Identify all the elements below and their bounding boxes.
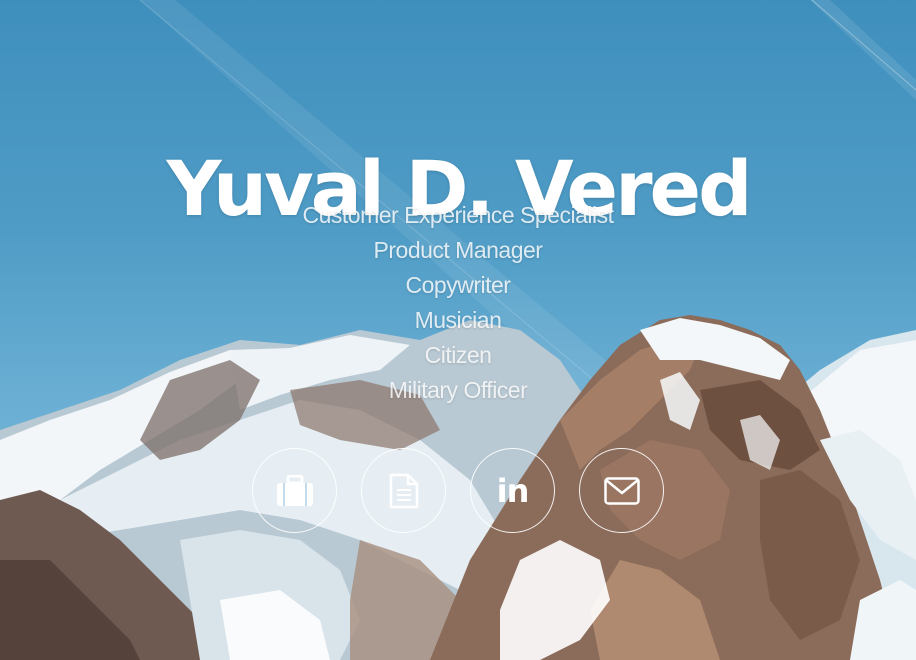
role-item: Customer Experience Specialist [302,202,614,228]
resume-button[interactable] [361,448,446,533]
role-item: Military Officer [388,377,528,403]
portfolio-button[interactable] [252,448,337,533]
role-item: Citizen [424,342,492,368]
linkedin-icon: in [496,471,530,510]
social-links: in [0,448,916,533]
email-button[interactable] [579,448,664,533]
role-item: Musician [414,307,502,333]
roles-list: Customer Experience Specialist Product M… [0,198,916,408]
envelope-icon [603,476,640,505]
briefcase-icon [276,474,313,506]
hero-section: Yuval D. Vered Customer Experience Speci… [0,0,916,660]
role-item: Product Manager [373,237,543,263]
document-icon [389,473,418,508]
role-item: Copywriter [405,272,511,298]
linkedin-button[interactable]: in [470,448,555,533]
